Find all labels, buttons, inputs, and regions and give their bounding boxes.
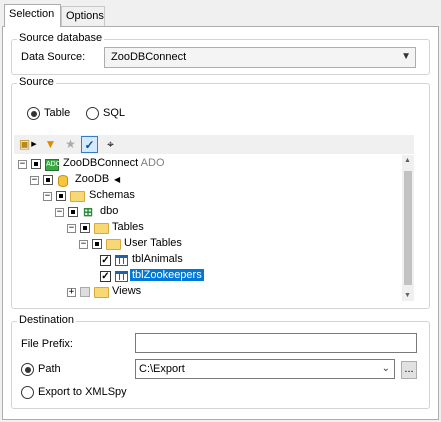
table-label: tblAnimals <box>132 253 183 265</box>
table-checkbox[interactable]: ✓ <box>100 255 111 266</box>
path-radio-label: Path <box>38 363 61 375</box>
source-tree: − ADO ZooDBConnect ADO − ZooDB ◀ − Schem… <box>14 155 414 301</box>
scroll-up-icon[interactable]: ▲ <box>404 157 411 164</box>
tree-node-dbo[interactable]: − ⊞ dbo <box>14 205 214 221</box>
collapse-icon[interactable]: − <box>30 176 39 185</box>
source-database-title: Source database <box>17 32 105 44</box>
views-checkbox[interactable] <box>80 287 90 297</box>
folder-icon <box>70 191 85 202</box>
path-radio[interactable] <box>21 363 34 376</box>
connection-type: ADO <box>140 157 165 169</box>
tab-options[interactable]: Options <box>61 6 105 26</box>
connection-label: ZooDBConnect ADO <box>63 157 165 169</box>
tab-selection[interactable]: Selection <box>4 4 61 27</box>
collapse-icon[interactable]: − <box>18 160 27 169</box>
tree-scrollbar[interactable]: ▲ ▼ <box>402 155 414 301</box>
file-prefix-label: File Prefix: <box>21 338 73 350</box>
data-source-value: ZooDBConnect <box>111 51 187 63</box>
dropdown-arrow-icon[interactable]: ▶ <box>30 136 38 153</box>
export-xmlspy-label: Export to XMLSpy <box>38 386 127 398</box>
schemas-checkbox[interactable] <box>56 191 66 201</box>
chevron-down-icon: ▼ <box>401 51 411 62</box>
table-label-selected: tblZookeepers <box>130 269 204 281</box>
tree-node-table[interactable]: ✓ tblAnimals <box>14 253 234 269</box>
tree-node-connection[interactable]: − ADO ZooDBConnect ADO <box>14 157 214 173</box>
table-radio[interactable] <box>27 107 40 120</box>
path-combo[interactable]: C:\Export ⌄ <box>135 359 395 379</box>
tree-node-tables[interactable]: − Tables <box>14 221 214 237</box>
connection-checkbox[interactable] <box>31 159 41 169</box>
folder-icon <box>94 223 109 234</box>
expand-icon[interactable]: + <box>67 288 76 297</box>
dbo-label: dbo <box>100 205 119 217</box>
table-icon <box>115 271 128 282</box>
caret-left-icon[interactable]: ◀ <box>114 175 120 184</box>
database-icon <box>58 175 68 187</box>
folder-icon <box>106 239 121 250</box>
locate-icon[interactable]: ⌖ <box>102 136 119 153</box>
schemas-label: Schemas <box>89 189 135 201</box>
user-tables-label: User Tables <box>124 237 182 249</box>
destination-title: Destination <box>17 314 77 326</box>
tree-node-table[interactable]: ✓ tblZookeepers <box>14 269 234 285</box>
chevron-down-icon: ⌄ <box>381 363 390 374</box>
show-checked-icon[interactable]: ✓ <box>81 136 98 153</box>
collapse-icon[interactable]: − <box>67 224 76 233</box>
filter-icon[interactable]: ▼ <box>42 136 59 153</box>
source-title: Source <box>17 76 56 88</box>
collapse-icon[interactable]: − <box>43 192 52 201</box>
data-source-combo[interactable]: ZooDBConnect ▼ <box>104 47 416 68</box>
collapse-icon[interactable]: − <box>79 240 88 249</box>
scroll-down-icon[interactable]: ▼ <box>404 292 411 299</box>
table-checkbox[interactable]: ✓ <box>100 271 111 282</box>
selection-panel: Source database Data Source: ZooDBConnec… <box>2 26 439 420</box>
export-xmlspy-radio[interactable] <box>21 386 34 399</box>
sql-radio[interactable] <box>86 107 99 120</box>
collapse-icon[interactable]: − <box>55 208 64 217</box>
sql-radio-label: SQL <box>103 107 126 119</box>
path-value: C:\Export <box>139 363 185 375</box>
tab-bar: Selection Options <box>0 0 441 27</box>
database-checkbox[interactable] <box>43 175 53 185</box>
views-label: Views <box>112 285 142 297</box>
tree-node-user-tables[interactable]: − User Tables <box>14 237 234 253</box>
folder-icon <box>94 287 109 298</box>
schema-icon: ⊞ <box>83 205 94 219</box>
database-label: ZooDB <box>75 173 110 185</box>
tree-node-schemas[interactable]: − Schemas <box>14 189 214 205</box>
tree-node-views[interactable]: + Views <box>14 285 214 301</box>
browse-button[interactable]: ... <box>401 361 417 379</box>
data-source-label: Data Source: <box>21 51 86 63</box>
file-prefix-input[interactable] <box>135 333 417 353</box>
dbo-checkbox[interactable] <box>68 207 78 217</box>
tables-label: Tables <box>112 221 144 233</box>
tree-node-database[interactable]: − ZooDB ◀ <box>14 173 214 189</box>
tables-checkbox[interactable] <box>80 223 90 233</box>
tree-toolbar: ▣ ▶ ▼ ★ ✓ ⌖ <box>14 135 414 154</box>
table-icon <box>115 255 128 266</box>
table-radio-label: Table <box>44 107 71 119</box>
connection-icon: ADO <box>45 159 61 171</box>
scroll-thumb[interactable] <box>404 171 412 285</box>
star-icon[interactable]: ★ <box>62 136 79 153</box>
user-tables-checkbox[interactable] <box>92 239 102 249</box>
